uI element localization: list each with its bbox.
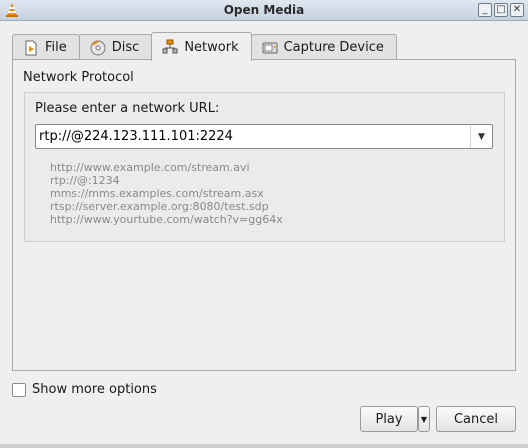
play-button[interactable]: Play bbox=[360, 406, 418, 432]
capture-device-icon bbox=[262, 42, 278, 53]
show-more-options[interactable]: Show more options bbox=[12, 382, 157, 397]
minimize-button[interactable]: _ bbox=[478, 3, 492, 17]
play-dropdown-button[interactable]: ▼ bbox=[418, 406, 430, 432]
cancel-button[interactable]: Cancel bbox=[436, 406, 516, 432]
tab-file[interactable]: File bbox=[12, 34, 80, 60]
network-icon bbox=[162, 39, 178, 54]
show-more-options-checkbox[interactable] bbox=[12, 382, 26, 397]
network-url-label: Please enter a network URL: bbox=[35, 101, 220, 116]
maximize-icon: □ bbox=[496, 4, 506, 15]
disc-icon bbox=[90, 40, 106, 55]
show-more-options-label: Show more options bbox=[32, 382, 157, 397]
url-example: mms://mms.examples.com/stream.asx bbox=[50, 187, 264, 200]
url-dropdown-button[interactable]: ▼ bbox=[470, 125, 492, 148]
network-url-input[interactable] bbox=[39, 127, 469, 146]
close-button[interactable]: ✕ bbox=[510, 3, 524, 17]
file-icon bbox=[25, 40, 37, 55]
maximize-button[interactable]: □ bbox=[494, 3, 508, 17]
title-bar: Open Media _ □ ✕ bbox=[0, 0, 528, 21]
chevron-down-icon: ▼ bbox=[420, 414, 428, 424]
url-examples: http://www.example.com/stream.avi rtp://… bbox=[50, 161, 283, 226]
tab-disc-label: Disc bbox=[111, 40, 140, 55]
network-url-combobox[interactable]: ▼ bbox=[35, 124, 493, 149]
tab-network-label: Network bbox=[184, 39, 239, 55]
url-example: rtp://@:1234 bbox=[50, 174, 120, 187]
tab-network[interactable]: Network bbox=[151, 32, 252, 61]
network-protocol-title: Network Protocol bbox=[23, 70, 134, 85]
url-example: http://www.example.com/stream.avi bbox=[50, 161, 250, 174]
url-example: http://www.yourtube.com/watch?v=gg64x bbox=[50, 213, 283, 226]
tab-bar: File Disc Network Capture Device bbox=[12, 32, 397, 61]
url-example: rtsp://server.example.org:8080/test.sdp bbox=[50, 200, 269, 213]
tab-file-label: File bbox=[45, 40, 67, 55]
tab-capture-device[interactable]: Capture Device bbox=[250, 34, 397, 60]
cancel-button-label: Cancel bbox=[453, 411, 499, 427]
window-title: Open Media bbox=[223, 3, 305, 17]
tab-capture-device-label: Capture Device bbox=[283, 40, 384, 55]
play-button-label: Play bbox=[375, 411, 403, 427]
tab-disc[interactable]: Disc bbox=[78, 34, 153, 60]
minimize-icon: _ bbox=[482, 4, 488, 15]
chevron-down-icon: ▼ bbox=[478, 131, 485, 142]
bottom-edge bbox=[0, 444, 528, 448]
close-icon: ✕ bbox=[512, 4, 522, 15]
